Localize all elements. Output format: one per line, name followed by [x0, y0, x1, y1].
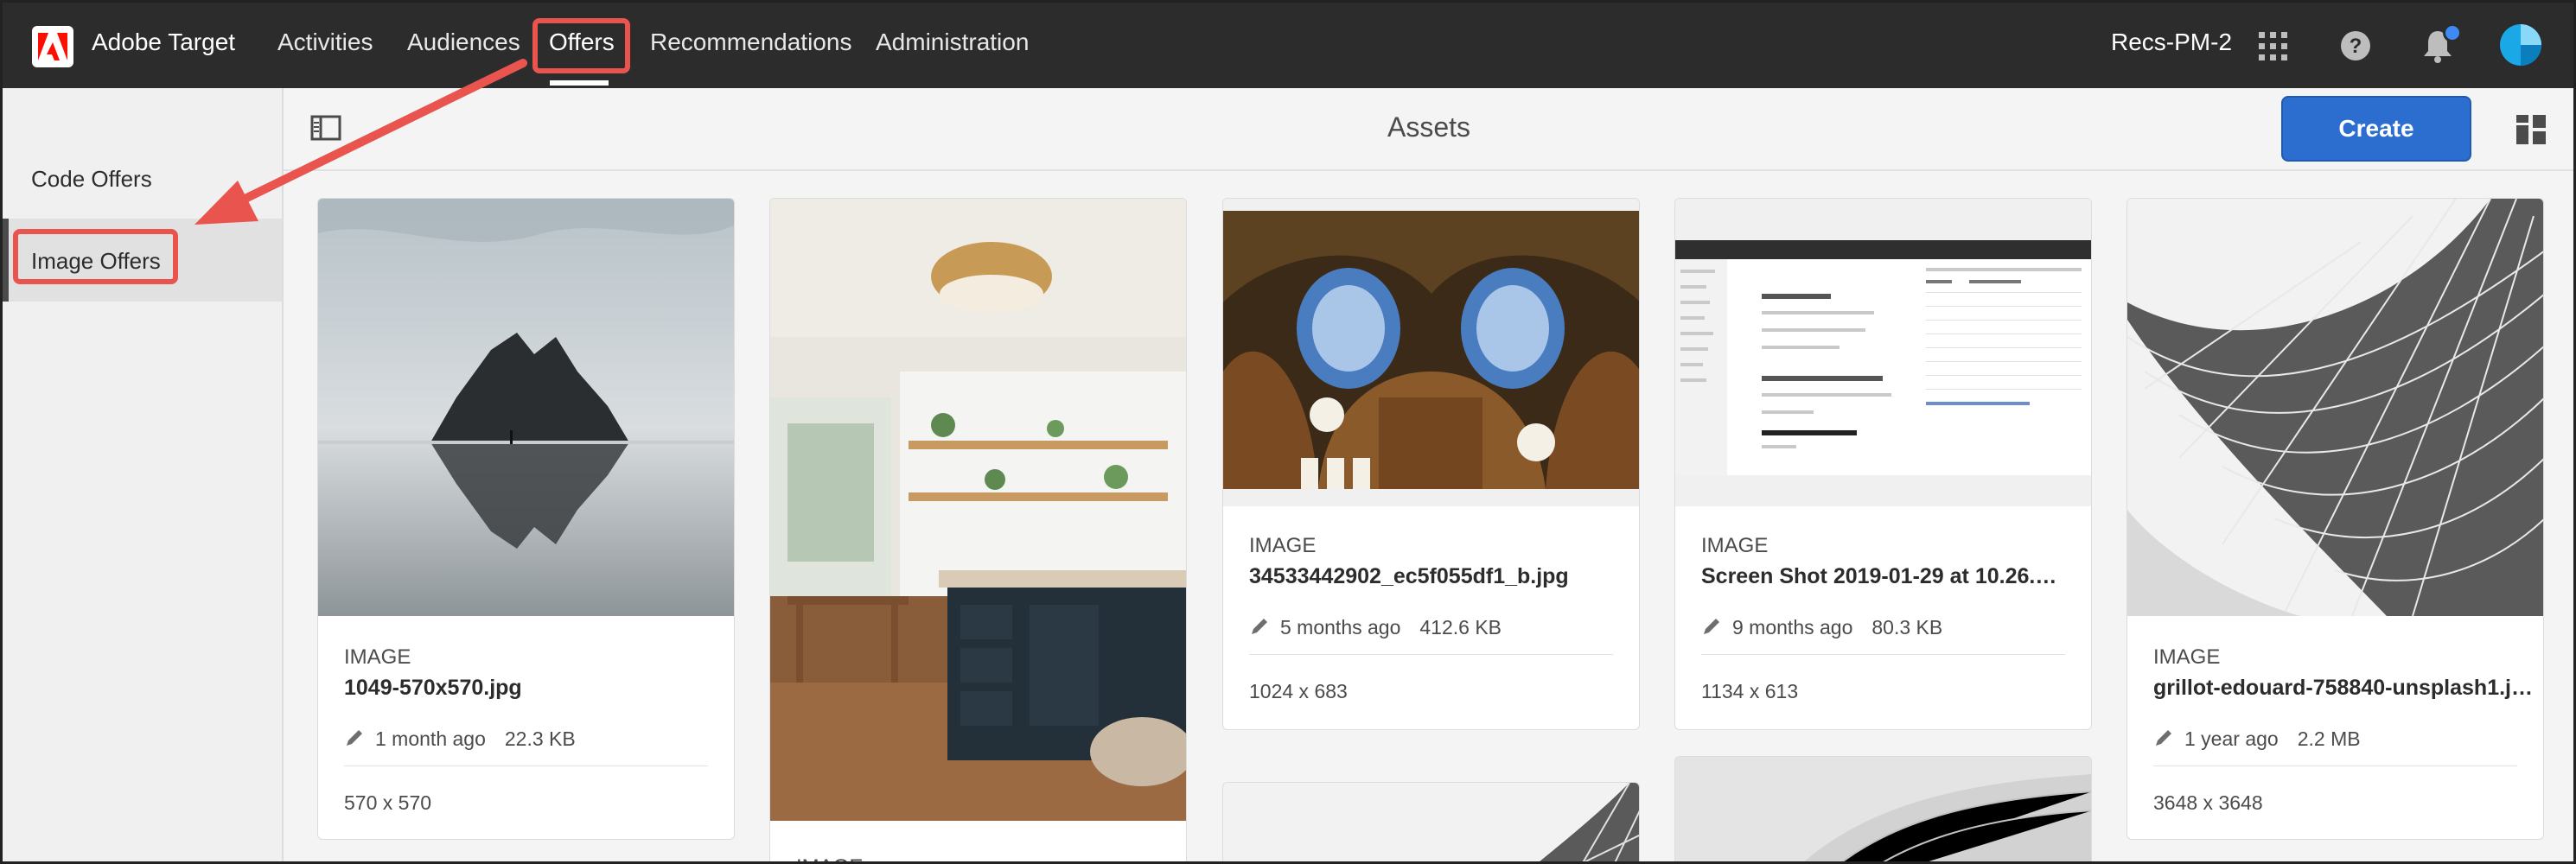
asset-card[interactable]: IMAGE 34533442902_ec5f055df1_b.jpg 5 mon…	[1222, 198, 1640, 730]
asset-name[interactable]: 34533442902_ec5f055df1_b.jpg	[1249, 564, 1612, 589]
nav-recommendations[interactable]: Recommendations	[650, 29, 851, 56]
asset-meta: 1 month ago 22.3 KB	[344, 727, 576, 753]
adobe-logo-icon[interactable]	[32, 26, 73, 67]
divider	[1249, 654, 1613, 655]
divider	[1701, 654, 2065, 655]
asset-modified: 9 months ago	[1732, 616, 1853, 639]
page-title: Assets	[1387, 111, 1471, 143]
asset-thumbnail	[318, 199, 734, 616]
asset-type: IMAGE	[344, 645, 411, 669]
asset-card[interactable]: IMAGE Screen Shot 2019-01-29 at 10.26.49…	[1674, 198, 2092, 730]
asset-meta: 5 months ago 412.6 KB	[1249, 616, 1502, 642]
asset-type: IMAGE	[796, 855, 863, 861]
asset-modified: 5 months ago	[1280, 616, 1401, 639]
asset-card[interactable]: IMAGE grillot-edouard-758840-unsplash1.j…	[2126, 198, 2544, 840]
svg-text:?: ?	[2350, 35, 2362, 58]
asset-meta: 1 year ago 2.2 MB	[2153, 727, 2361, 753]
asset-thumbnail	[2127, 199, 2543, 616]
asset-card[interactable]	[1222, 782, 1640, 861]
asset-thumbnail	[1675, 199, 2091, 506]
asset-card[interactable]: IMAGE 1049-570x570.jpg 1 month ago 22.3 K…	[317, 198, 735, 840]
sidebar-item-code-offers[interactable]: Code Offers	[3, 137, 282, 219]
image-offers-highlight-box	[13, 229, 178, 284]
avatar-icon[interactable]	[2499, 23, 2542, 71]
asset-modified: 1 month ago	[375, 727, 486, 751]
top-bar: Adobe Target Activities Audiences Offers…	[3, 3, 2573, 88]
pencil-icon	[2153, 727, 2174, 753]
create-button[interactable]: Create	[2281, 96, 2471, 162]
org-switcher[interactable]: Recs-PM-2	[2111, 29, 2232, 56]
asset-name[interactable]: Screen Shot 2019-01-29 at 10.26.49 A...	[1701, 564, 2064, 589]
asset-meta: 9 months ago 80.3 KB	[1701, 616, 1942, 642]
nav-audiences[interactable]: Audiences	[407, 29, 520, 56]
asset-dimensions: 1134 x 613	[1701, 680, 1799, 702]
nav-activities[interactable]: Activities	[277, 29, 373, 56]
asset-thumbnail	[1675, 757, 2091, 861]
help-icon[interactable]: ?	[2339, 29, 2372, 67]
active-nav-indicator	[550, 80, 609, 86]
asset-thumbnail	[1223, 199, 1639, 506]
brand-name[interactable]: Adobe Target	[92, 29, 235, 56]
asset-modified: 1 year ago	[2184, 727, 2279, 751]
asset-size: 80.3 KB	[1871, 616, 1943, 639]
pencil-icon	[1249, 616, 1270, 642]
asset-type: IMAGE	[1249, 534, 1317, 557]
pencil-icon	[344, 727, 365, 753]
apps-grid-icon[interactable]	[2257, 30, 2288, 66]
grid-view-icon[interactable]	[2516, 115, 2546, 149]
asset-name[interactable]: grillot-edouard-758840-unsplash1.jpg	[2153, 676, 2534, 701]
pencil-icon	[1701, 616, 1722, 642]
nav-administration[interactable]: Administration	[876, 29, 1029, 56]
asset-dimensions: 3648 x 3648	[2153, 791, 2263, 814]
left-sidebar: Code Offers Image Offers	[3, 88, 284, 861]
asset-card[interactable]	[1674, 756, 2092, 861]
notification-badge	[2443, 23, 2462, 42]
asset-type: IMAGE	[2153, 645, 2221, 669]
app-window: Adobe Target Activities Audiences Offers…	[0, 0, 2576, 864]
asset-type: IMAGE	[1701, 534, 1769, 557]
sidebar-item-label: Code Offers	[31, 166, 152, 192]
asset-dimensions: 1024 x 683	[1249, 680, 1348, 702]
asset-thumbnail	[1223, 783, 1639, 861]
asset-name[interactable]: 1049-570x570.jpg	[344, 676, 707, 701]
asset-size: 22.3 KB	[504, 727, 576, 751]
offers-highlight-box	[532, 18, 630, 73]
asset-thumbnail	[770, 199, 1186, 821]
asset-size: 2.2 MB	[2297, 727, 2361, 751]
panel-toggle-icon[interactable]	[310, 115, 341, 145]
asset-size: 412.6 KB	[1419, 616, 1502, 639]
asset-dimensions: 570 x 570	[344, 791, 432, 814]
asset-card[interactable]: IMAGE	[769, 198, 1187, 861]
